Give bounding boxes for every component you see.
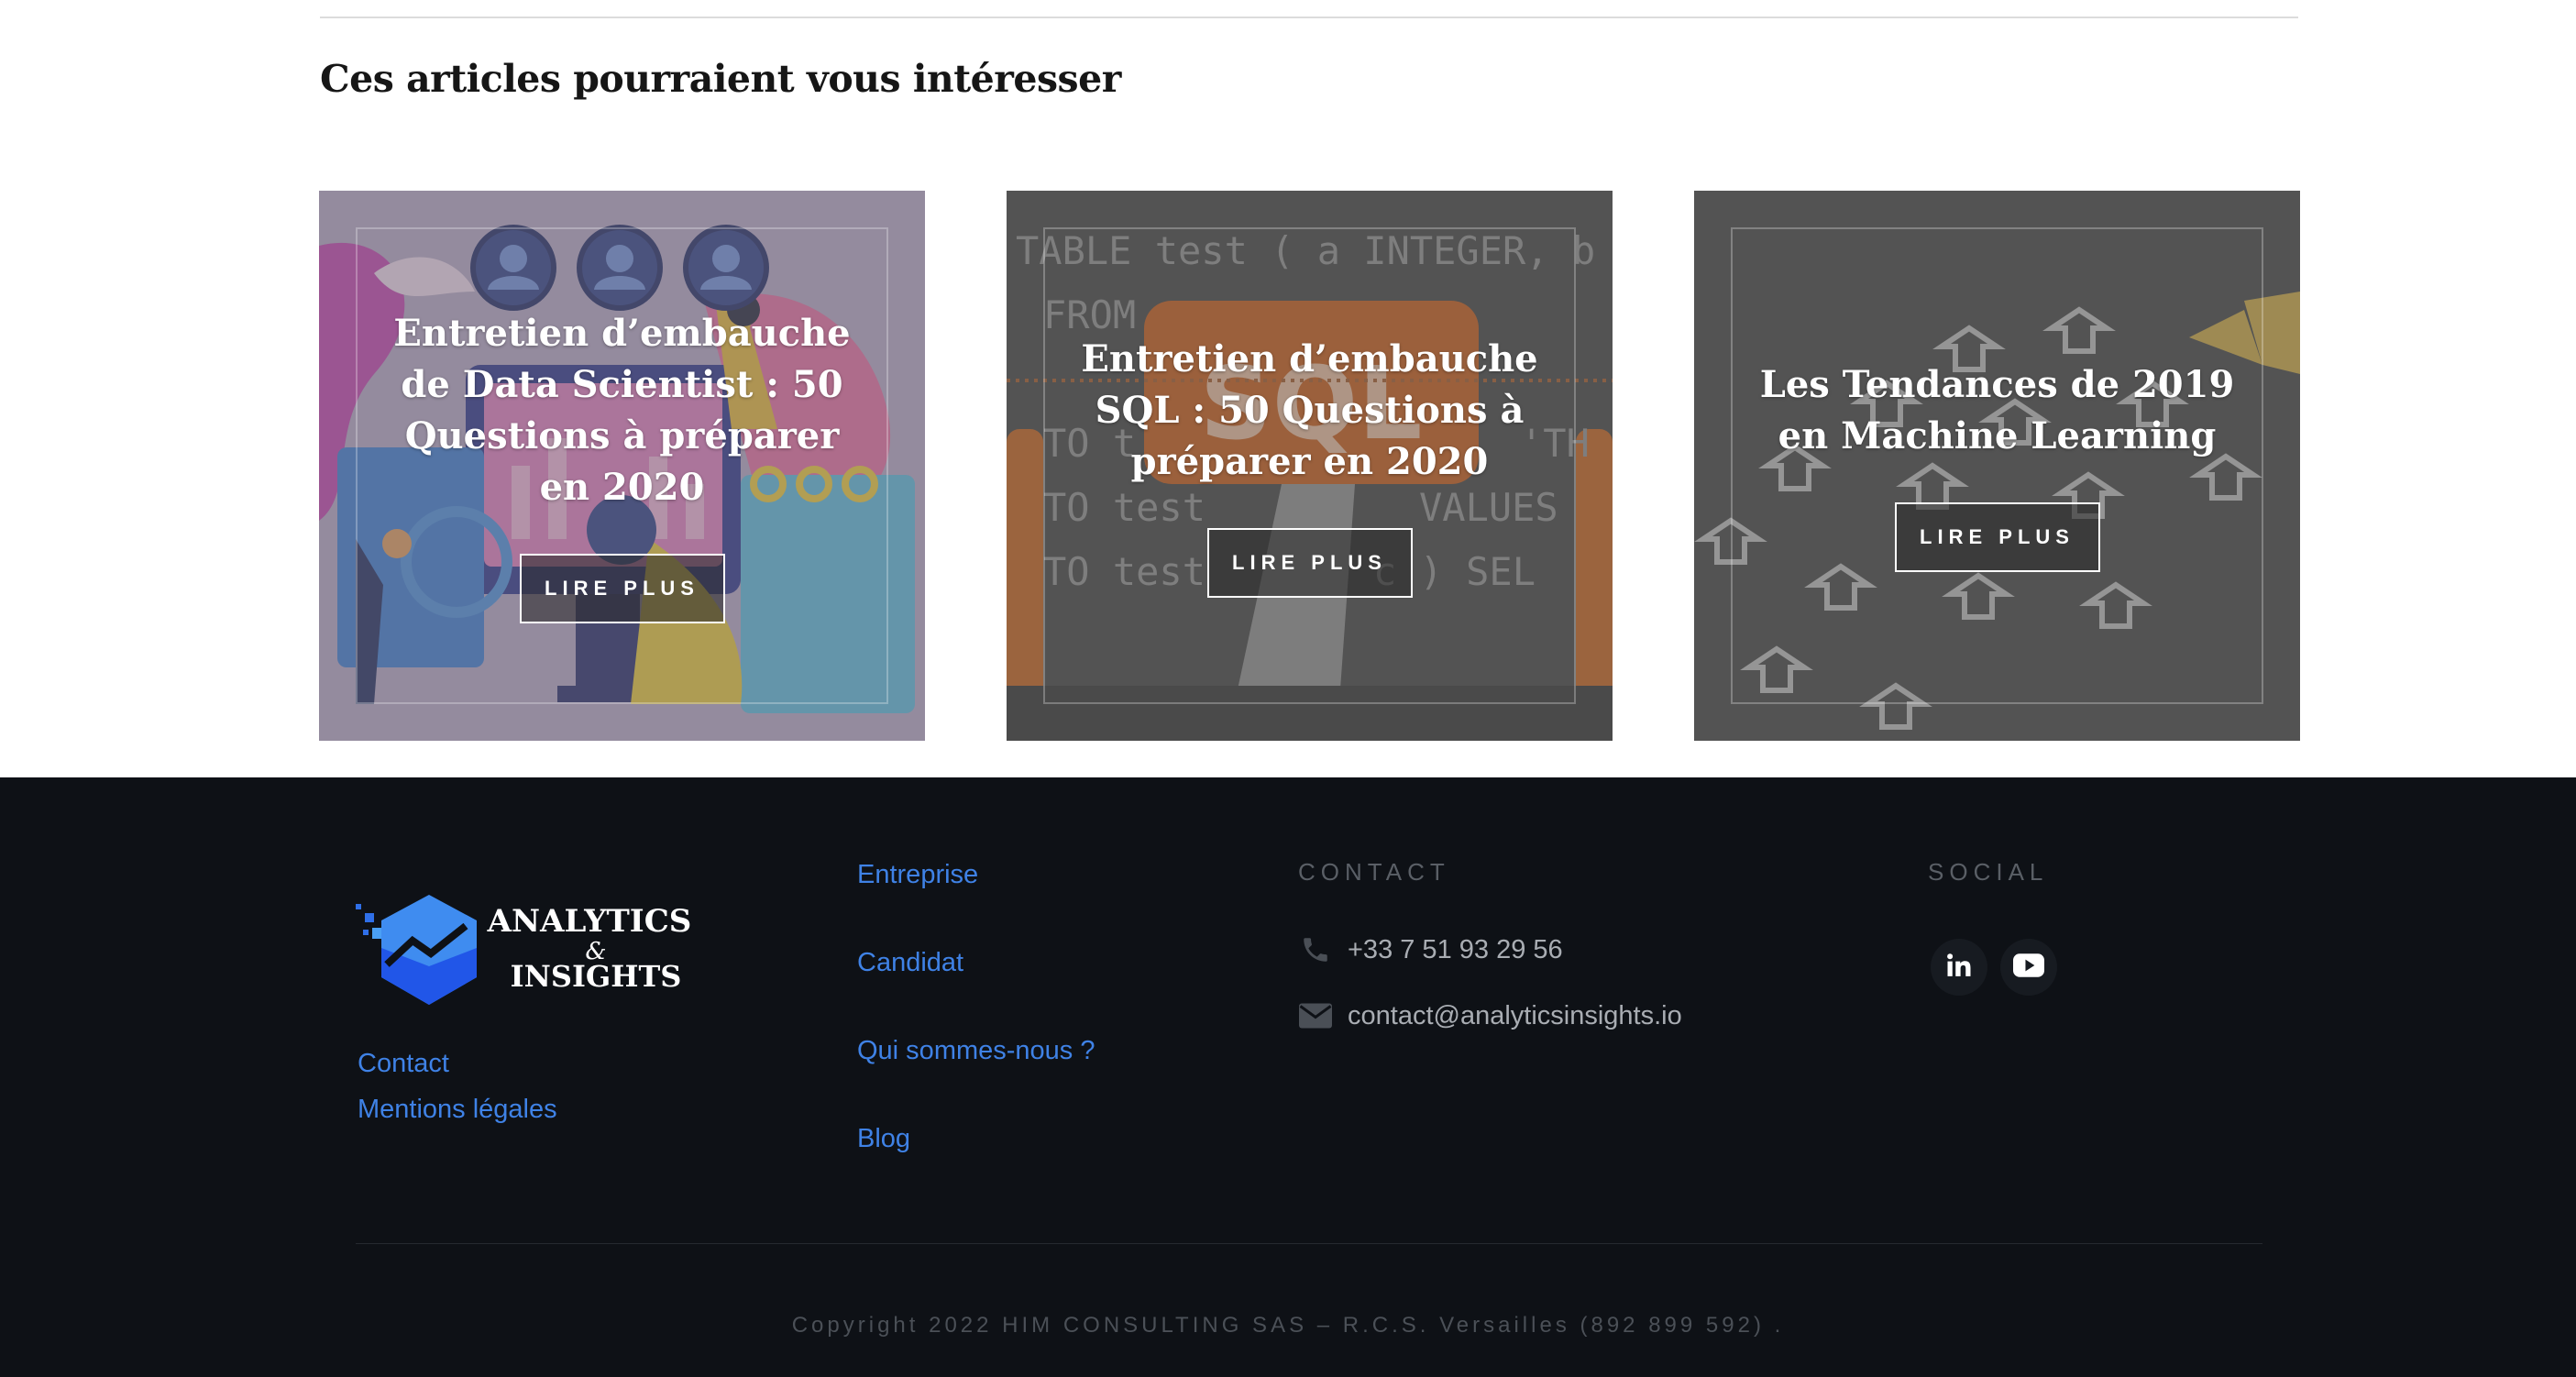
- read-more-button[interactable]: LIRE PLUS: [1206, 528, 1413, 598]
- copyright-text: Copyright 2022 HIM CONSULTING SAS – R.C.…: [791, 1313, 1785, 1338]
- analytics-insights-logo[interactable]: ANALYTICS & INSIGHTS: [356, 893, 695, 1012]
- article-title[interactable]: Entretien d’embauche SQL : 50 Questions …: [1071, 334, 1548, 488]
- footer-link-contact[interactable]: Contact: [358, 1049, 449, 1079]
- logo-pixel: [365, 913, 374, 922]
- contact-heading: CONTACT: [1298, 858, 1450, 886]
- article-card-data-scientist[interactable]: Entretien d’embauche de Data Scientist :…: [319, 191, 925, 741]
- linkedin-icon: [1945, 952, 1973, 984]
- footer-nav-entreprise[interactable]: Entreprise: [857, 860, 978, 890]
- article-title[interactable]: Les Tendances de 2019 en Machine Learnin…: [1758, 359, 2236, 462]
- linkedin-button[interactable]: [1931, 939, 1987, 996]
- article-title[interactable]: Entretien d’embauche de Data Scientist :…: [383, 308, 861, 513]
- footer-nav-blog[interactable]: Blog: [857, 1124, 910, 1154]
- footer-nav-candidat[interactable]: Candidat: [857, 948, 963, 978]
- card-content: Entretien d’embauche SQL : 50 Questions …: [1071, 191, 1548, 741]
- logo-text-insights: INSIGHTS: [511, 959, 682, 994]
- read-more-button[interactable]: LIRE PLUS: [519, 554, 725, 623]
- footer-nav-about[interactable]: Qui sommes-nous ?: [857, 1036, 1095, 1066]
- article-card-sql[interactable]: SQL TABLE test ( a INTEGER, b T FROM TO …: [1007, 191, 1613, 741]
- article-card-ml-trends[interactable]: Les Tendances de 2019 en Machine Learnin…: [1694, 191, 2300, 741]
- logo-pixel: [356, 904, 361, 909]
- envelope-icon: [1298, 999, 1333, 1032]
- youtube-icon: [2013, 953, 2044, 982]
- email-address: contact@analyticsinsights.io: [1348, 1000, 1682, 1030]
- related-articles-title: Ces articles pourraient vous intéresser: [320, 57, 1121, 101]
- footer-link-legal[interactable]: Mentions légales: [358, 1095, 557, 1125]
- contact-email[interactable]: contact@analyticsinsights.io: [1298, 999, 1682, 1032]
- read-more-button[interactable]: LIRE PLUS: [1894, 502, 2100, 572]
- phone-number: +33 7 51 93 29 56: [1348, 934, 1563, 964]
- section-divider: [320, 17, 2298, 18]
- logo-pixel: [363, 930, 369, 935]
- phone-icon: [1298, 933, 1333, 966]
- card-content: Entretien d’embauche de Data Scientist :…: [383, 191, 861, 741]
- footer-divider: [356, 1243, 2262, 1244]
- card-content: Les Tendances de 2019 en Machine Learnin…: [1758, 191, 2236, 741]
- youtube-button[interactable]: [2000, 939, 2057, 996]
- logo-text-analytics: ANALYTICS: [487, 903, 692, 940]
- contact-phone[interactable]: +33 7 51 93 29 56: [1298, 933, 1563, 966]
- social-heading: SOCIAL: [1928, 858, 2049, 886]
